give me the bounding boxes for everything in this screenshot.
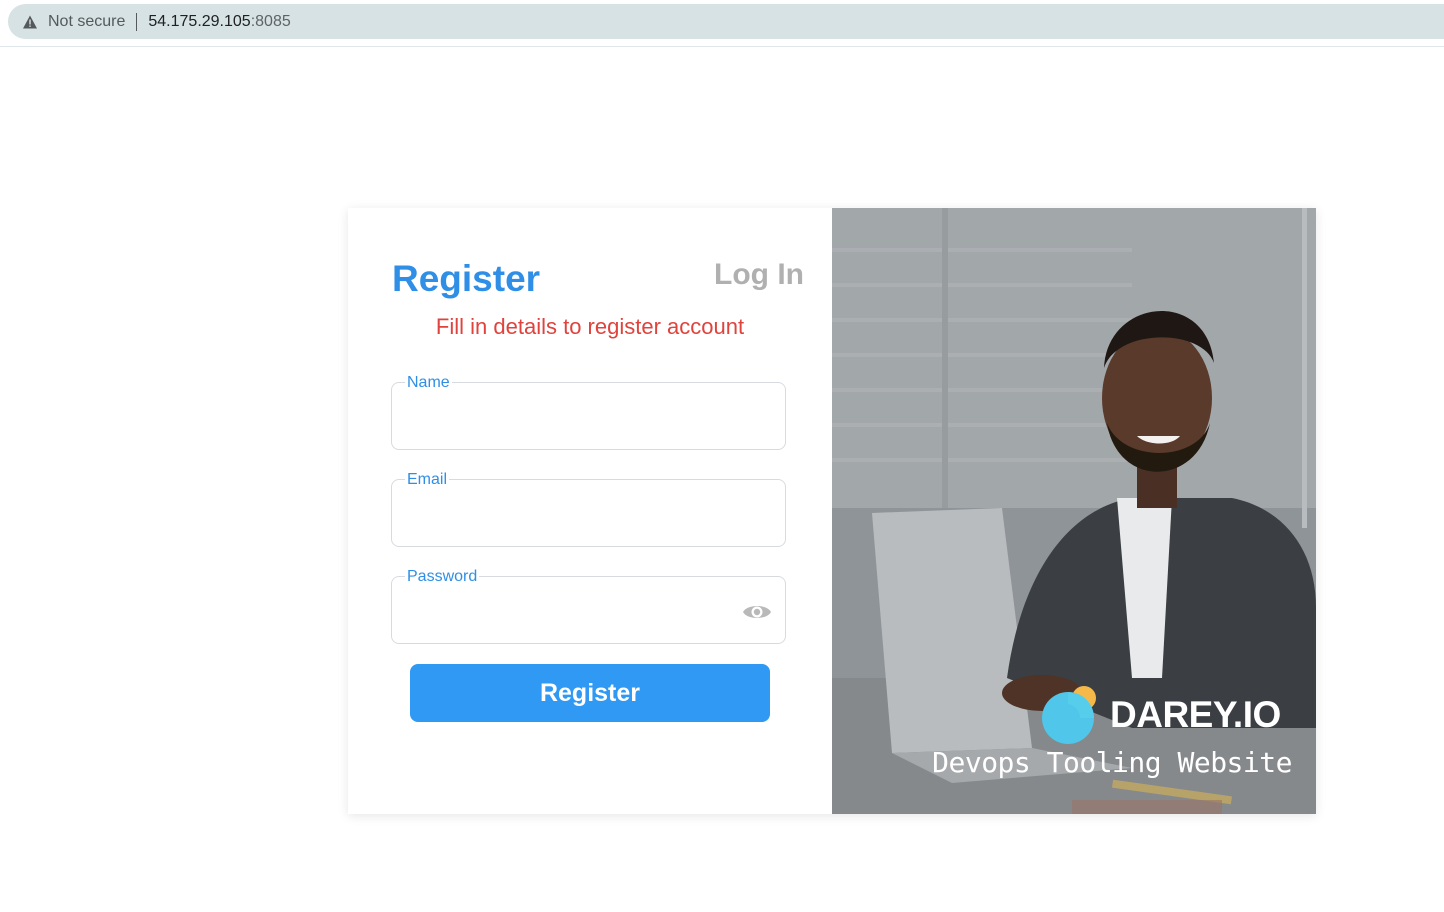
tab-login[interactable]: Log In	[714, 258, 804, 292]
warning-triangle-icon[interactable]	[22, 14, 38, 30]
password-input[interactable]	[406, 599, 740, 631]
password-field[interactable]: Password	[391, 568, 786, 644]
darey-logo: DAREY.IO	[1040, 684, 1281, 746]
logo-text: DAREY.IO	[1110, 694, 1281, 735]
tab-register[interactable]: Register	[392, 258, 540, 300]
email-label: Email	[405, 471, 450, 489]
name-label: Name	[405, 374, 452, 392]
auth-card: Register Log In Fill in details to regis…	[348, 208, 1316, 814]
name-input[interactable]	[406, 405, 740, 437]
omnibox[interactable]: Not secure 54.175.29.105:8085	[8, 4, 1444, 39]
darey-logo-icon	[1042, 686, 1096, 744]
tagline: Devops Tooling Website	[932, 746, 1292, 779]
browser-address-bar: Not secure 54.175.29.105:8085	[0, 0, 1444, 47]
email-field[interactable]: Email	[391, 471, 786, 547]
omnibox-divider	[136, 12, 138, 31]
url-host: 54.175.29.105	[148, 12, 251, 30]
url-text[interactable]: 54.175.29.105:8085	[148, 13, 290, 31]
email-input[interactable]	[406, 502, 740, 534]
register-button[interactable]: Register	[410, 664, 770, 722]
eye-icon[interactable]	[742, 601, 772, 623]
form-subtitle: Fill in details to register account	[435, 314, 745, 339]
register-form-panel: Register Log In Fill in details to regis…	[348, 208, 832, 814]
url-port: :8085	[250, 12, 291, 30]
hero-image-panel: DAREY.IO Devops Tooling Website	[832, 208, 1316, 814]
password-label: Password	[405, 568, 480, 586]
security-status[interactable]: Not secure	[48, 13, 125, 31]
name-field[interactable]: Name	[391, 374, 786, 450]
